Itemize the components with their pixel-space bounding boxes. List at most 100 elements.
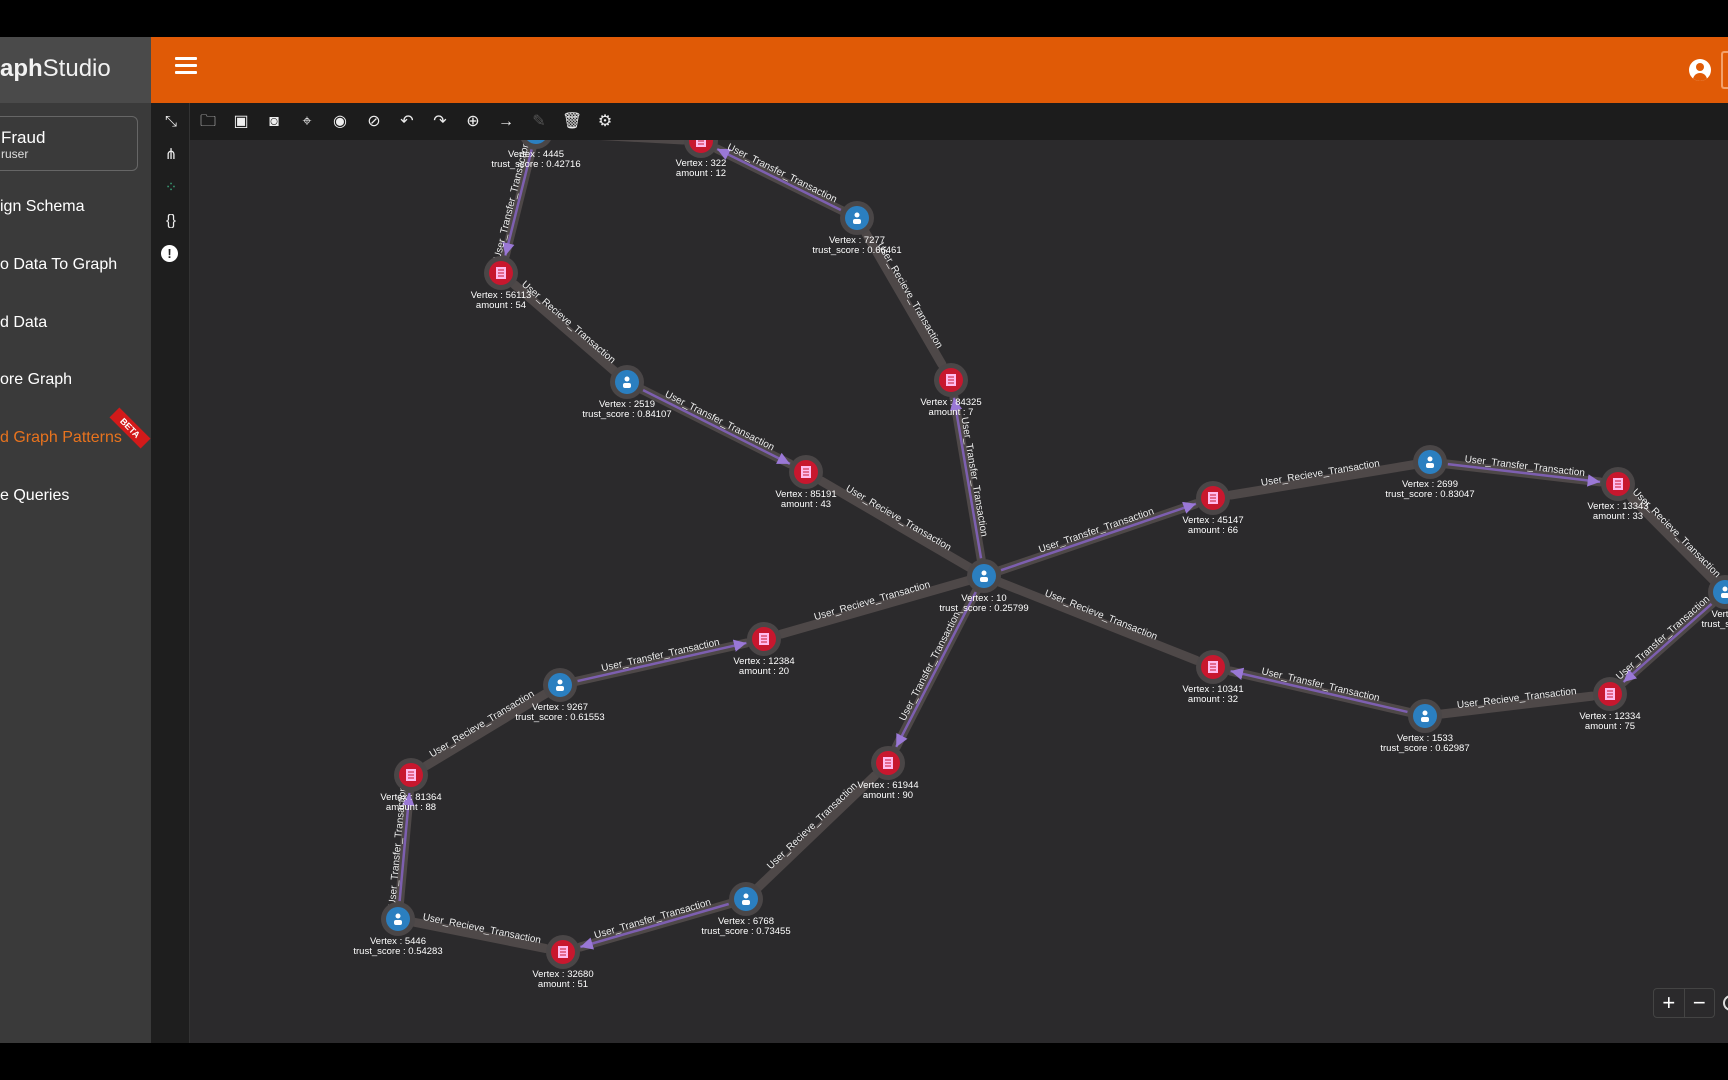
sidebar: aphStudio Fraud ruser ign Schema o Data … xyxy=(0,37,151,1043)
edge-line[interactable] xyxy=(421,680,565,771)
edge-line[interactable] xyxy=(979,571,1201,665)
edge-label: User_Recieve_Transaction xyxy=(1043,588,1159,643)
graph-canvas[interactable]: User_Recieve_TransactionUser_Transfer_Tr… xyxy=(190,140,1728,1043)
vertex-attribute: trust_score : 0.42716 xyxy=(491,159,580,170)
save-icon[interactable]: ▣ xyxy=(231,112,251,132)
edge-label: User_Transfer_Transaction xyxy=(663,389,776,453)
schema-tree-icon[interactable]: ⋔ xyxy=(161,145,181,165)
sidebar-item-write-queries[interactable]: e Queries xyxy=(0,487,69,505)
hide-icon[interactable]: ⊘ xyxy=(364,112,384,132)
transaction-vertex[interactable]: Vertex : 84325amount : 7 xyxy=(920,363,982,418)
edge-label: User_Recieve_Transaction xyxy=(844,483,953,553)
edge-label: User_Transfer_Transaction xyxy=(593,897,712,941)
edge-1533-12334[interactable]: User_Recieve_Transaction xyxy=(1420,686,1597,721)
vertex-attribute: amount : 7 xyxy=(929,407,974,418)
edge-line[interactable] xyxy=(741,770,880,904)
vertex-attribute: amount : 66 xyxy=(1188,525,1238,536)
vertex-attribute: amount : 43 xyxy=(781,499,831,510)
sidebar-item-load-data[interactable]: d Data xyxy=(0,314,47,332)
alert-icon[interactable]: ! xyxy=(161,245,178,262)
add-vertex-icon[interactable]: ⊕ xyxy=(463,112,483,132)
vertex-attribute: amount : 33 xyxy=(1593,511,1643,522)
edge-line[interactable] xyxy=(510,280,632,387)
header-button[interactable] xyxy=(1721,51,1728,89)
vertex-attribute: amount : 20 xyxy=(739,666,789,677)
user-vertex[interactable]: Vertex : 2519trust_score : 0.84107 xyxy=(582,365,672,420)
shrink-icon[interactable]: ⤡ xyxy=(161,112,181,132)
layout-dots-icon[interactable]: ⁘ xyxy=(161,178,181,198)
vertex-attribute: trust_score : 0.84107 xyxy=(582,409,671,420)
edge-arrow xyxy=(895,591,977,748)
graph-visualization[interactable]: User_Recieve_TransactionUser_Transfer_Tr… xyxy=(190,140,1728,1043)
edge-label: User_Recieve_Transaction xyxy=(519,279,617,366)
user-icon xyxy=(981,570,987,576)
edge-6768-61944[interactable]: User_Recieve_Transaction xyxy=(741,770,880,904)
user-vertex[interactable]: Vertex : 7277trust_score : 0.66461 xyxy=(812,201,902,256)
edit-icon[interactable]: ✎ xyxy=(529,112,549,132)
vertex-attribute: amount : 32 xyxy=(1188,694,1238,705)
edge-7277-322[interactable]: User_Transfer_Transaction xyxy=(712,142,862,223)
graph-toolbar: 🗀 ▣ ◙ ⌖ ◉ ⊘ ↶ ↷ ⊕ → ✎ 🗑 ⚙ xyxy=(190,103,1728,140)
edge-2519-56113[interactable]: User_Recieve_Transaction xyxy=(510,279,632,387)
edge-line[interactable] xyxy=(817,476,989,581)
edge-1533-10341[interactable]: User_Transfer_Transaction xyxy=(1226,666,1430,721)
hamburger-icon[interactable] xyxy=(175,57,197,75)
vertex-attribute: trust_score : 0.61553 xyxy=(515,712,604,723)
vertex-attribute: trust_score : 0.25799 xyxy=(939,603,1028,614)
vertex-attribute: amount : 88 xyxy=(386,802,436,813)
vertex-attribute: trust_score : 0.62987 xyxy=(1380,743,1469,754)
redo-icon[interactable]: ↷ xyxy=(430,112,450,132)
user-vertex[interactable]: Vertex : 4445trust_score : 0.42716 xyxy=(491,140,581,170)
transaction-vertex[interactable]: Vertex : 61944amount : 90 xyxy=(857,746,919,801)
vertex-attribute: trust_score : 0.66461 xyxy=(812,245,901,256)
show-icon[interactable]: ◉ xyxy=(330,112,350,132)
user-icon xyxy=(557,679,563,685)
open-folder-icon[interactable]: 🗀 xyxy=(198,112,218,132)
edge-9267-12384[interactable]: User_Transfer_Transaction xyxy=(555,637,751,690)
add-edge-icon[interactable]: → xyxy=(496,112,516,132)
vertex-attribute: trust_score : 0.73455 xyxy=(701,926,790,937)
edge-right-12334[interactable]: User_Transfer_Transaction xyxy=(1614,587,1728,687)
edge-label: User_Recieve_Transaction xyxy=(813,579,932,623)
vertex-attribute: amount : 12 xyxy=(676,168,726,179)
edge-9267-81364[interactable]: User_Recieve_Transaction xyxy=(421,680,565,771)
settings-icon[interactable]: ⚙ xyxy=(595,112,615,132)
edge-10-45147[interactable]: User_Transfer_Transaction xyxy=(979,499,1201,581)
sidebar-item-design-schema[interactable]: ign Schema xyxy=(0,198,85,216)
zoom-out-button[interactable]: − xyxy=(1683,989,1715,1017)
project-name: Fraud xyxy=(1,128,46,147)
edge-2519-85191[interactable]: User_Transfer_Transaction xyxy=(622,377,795,469)
vertex-attribute: amount : 51 xyxy=(538,979,588,990)
user-icon xyxy=(854,212,860,218)
edge-10-85191[interactable]: User_Recieve_Transaction xyxy=(817,476,989,581)
account-circle-icon[interactable] xyxy=(1689,59,1711,81)
delete-icon[interactable]: 🗑 xyxy=(562,112,582,132)
screenshot-icon[interactable]: ◙ xyxy=(264,112,284,132)
project-user: ruser xyxy=(1,147,29,161)
user-icon xyxy=(743,893,749,899)
user-icon xyxy=(1427,456,1433,462)
vertex-attribute: amount : 75 xyxy=(1585,721,1635,732)
app-logo: aphStudio xyxy=(0,37,151,103)
sidebar-item-explore-graph[interactable]: ore Graph xyxy=(0,371,72,389)
json-braces-icon[interactable]: {} xyxy=(161,211,181,231)
zoom-in-button[interactable]: + xyxy=(1654,989,1684,1017)
edge-label: User_Transfer_Transaction xyxy=(898,610,963,723)
undo-icon[interactable]: ↶ xyxy=(397,112,417,132)
locate-icon[interactable]: ⌖ xyxy=(297,112,317,132)
user-vertex[interactable]: Vertex : 2699trust_score : 0.83047 xyxy=(1385,445,1475,500)
user-icon xyxy=(1722,586,1728,592)
sidebar-item-map-data[interactable]: o Data To Graph xyxy=(0,256,117,274)
sidebar-item-build-graph-patterns[interactable]: d Graph Patterns xyxy=(0,429,122,447)
edge-10-84325[interactable]: User_Transfer_Transaction xyxy=(949,393,989,581)
edge-label: User_Recieve_Transaction xyxy=(875,241,945,351)
zoom-controls: + − xyxy=(1653,988,1715,1018)
edge-label: User_Recieve_Transaction xyxy=(428,689,537,761)
project-selector[interactable]: Fraud ruser xyxy=(0,116,138,171)
edge-label: User_Transfer_Transaction xyxy=(1614,594,1712,683)
transaction-vertex[interactable]: Vertex : 12334amount : 75 xyxy=(1579,677,1641,732)
edge-2699-13343[interactable]: User_Transfer_Transaction xyxy=(1425,454,1605,487)
user-icon xyxy=(1422,710,1428,716)
edge-10-10341[interactable]: User_Recieve_Transaction xyxy=(979,571,1201,665)
vertex-attribute: trust_score xyxy=(1702,619,1728,630)
